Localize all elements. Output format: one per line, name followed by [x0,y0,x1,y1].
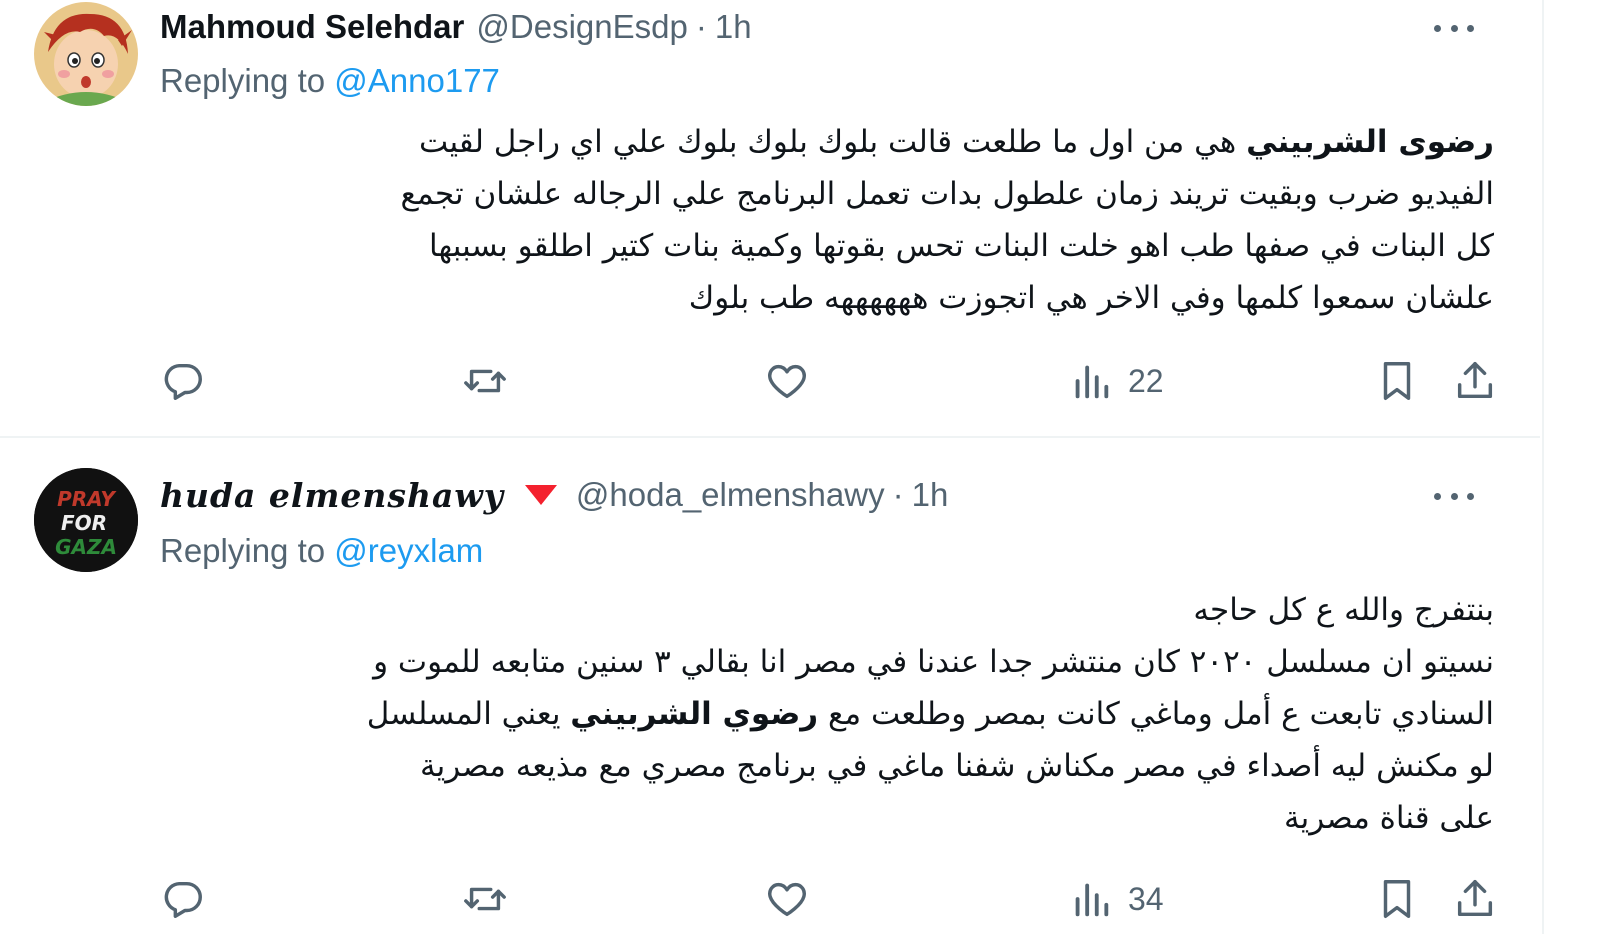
mention-bold: رضوي الشربيني [570,696,819,732]
replying-to: Replying to @reyxlam [160,532,483,570]
pray-for-gaza-avatar: PRAY FOR GAZA [34,468,138,572]
mention-bold: رضوى الشربيني [1246,124,1494,160]
timeline: Mahmoud Selehdar @DesignEsdp · 1h Replyi… [0,0,1544,934]
replying-prefix: Replying to [160,532,335,569]
like-button[interactable] [764,874,810,924]
user-handle[interactable]: @DesignEsdp [476,8,687,46]
share-icon [1457,880,1493,917]
retweet-button[interactable] [462,874,508,924]
avatar-text-line: FOR [61,511,107,535]
avatar[interactable] [34,2,138,106]
share-icon [1457,362,1493,399]
replying-to-link[interactable]: @Anno177 [334,62,500,99]
tweet-text-line: كل البنات في صفها طب اهو خلت البنات تحس … [429,228,1494,264]
bookmark-button[interactable] [1374,874,1420,924]
retweet-icon [464,887,506,911]
separator-dot: · [695,8,707,45]
red-triangle-icon [524,483,558,507]
bookmark-button[interactable] [1374,356,1420,406]
more-icon[interactable] [1434,486,1474,506]
reply-button[interactable] [160,356,206,406]
views-icon [1075,883,1109,917]
like-icon [768,364,806,399]
replying-to-link[interactable]: @reyxlam [334,532,483,569]
tweet-text: رضوى الشربيني هي من اول ما طلعت قالت بلو… [174,116,1494,324]
retweet-button[interactable] [462,356,508,406]
cartoon-avatar-icon [34,2,138,106]
tweet-text-line: السنادي تابعت ع أمل وماغي كانت بمصر وطلع… [174,688,1494,740]
tweet-text-line: الفيديو ضرب وبقيت تريند زمان علطول بدات … [400,176,1494,212]
tweet-text-line: نسيتو ان مسلسل ٢٠٢٠ كان منتشر جدا عندنا … [373,644,1494,680]
avatar-text-line: GAZA [55,535,117,559]
tweet-text-segment: السنادي تابعت ع أمل وماغي كانت بمصر وطلع… [818,696,1494,732]
display-name[interactable]: Mahmoud Selehdar [160,8,464,46]
reply-icon [164,881,202,918]
tweet-text-segment: يعني المسلسل [366,696,571,732]
tweet-header: Mahmoud Selehdar @DesignEsdp · 1h [160,2,1480,52]
replying-prefix: Replying to [160,62,335,99]
reply-button[interactable] [160,874,206,924]
tweet[interactable]: PRAY FOR GAZA huda elmenshawy @hoda_elme… [0,438,1540,934]
separator-dot: · [892,476,904,513]
tweet-text-line: رضوى الشربيني هي من اول ما طلعت قالت بلو… [174,116,1494,168]
share-button[interactable] [1452,356,1498,406]
tweet-text-line: بنتفرج والله ع كل حاجه [1193,592,1494,628]
tweet-actions: 34 [160,874,1494,924]
views-button[interactable]: 22 [1068,356,1164,406]
views-button[interactable]: 34 [1068,874,1164,924]
user-handle[interactable]: @hoda_elmenshawy [576,476,885,514]
tweet-text-line: لو مكنش ليه أصداء في مصر مكناش شفنا ماغي… [420,748,1494,784]
retweet-icon [464,369,506,393]
tweet[interactable]: Mahmoud Selehdar @DesignEsdp · 1h Replyi… [0,0,1540,438]
avatar-text-line: PRAY [57,487,117,511]
tweet-actions: 22 [160,356,1494,406]
tweet-text-line: علشان سمعوا كلمها وفي الاخر هي اتجوزت هه… [688,280,1494,316]
share-button[interactable] [1452,874,1498,924]
replying-to: Replying to @Anno177 [160,62,500,100]
like-button[interactable] [764,356,810,406]
views-count: 34 [1128,880,1164,917]
timestamp[interactable]: 1h [912,476,949,514]
tweet-header: huda elmenshawy @hoda_elmenshawy · 1h [160,470,1480,520]
reply-icon [164,363,202,400]
tweet-text-segment: هي من اول ما طلعت قالت بلوك بلوك بلوك عل… [419,124,1247,160]
display-name[interactable]: huda elmenshawy [160,476,504,515]
more-dot [1450,492,1458,500]
bookmark-icon [1383,880,1411,918]
more-dot [1467,492,1474,500]
bookmark-icon [1383,362,1411,400]
more-dot [1434,492,1441,500]
timestamp[interactable]: 1h [715,8,752,46]
more-dot [1434,24,1441,32]
more-dot [1467,24,1474,32]
views-icon [1075,365,1109,399]
more-icon[interactable] [1434,18,1474,38]
views-count: 22 [1128,362,1164,399]
more-dot [1450,24,1458,32]
tweet-text-line: على قناة مصرية [1283,800,1494,836]
like-icon [768,882,806,917]
tweet-text: بنتفرج والله ع كل حاجه نسيتو ان مسلسل ٢٠… [174,584,1494,844]
avatar[interactable]: PRAY FOR GAZA [34,468,138,572]
